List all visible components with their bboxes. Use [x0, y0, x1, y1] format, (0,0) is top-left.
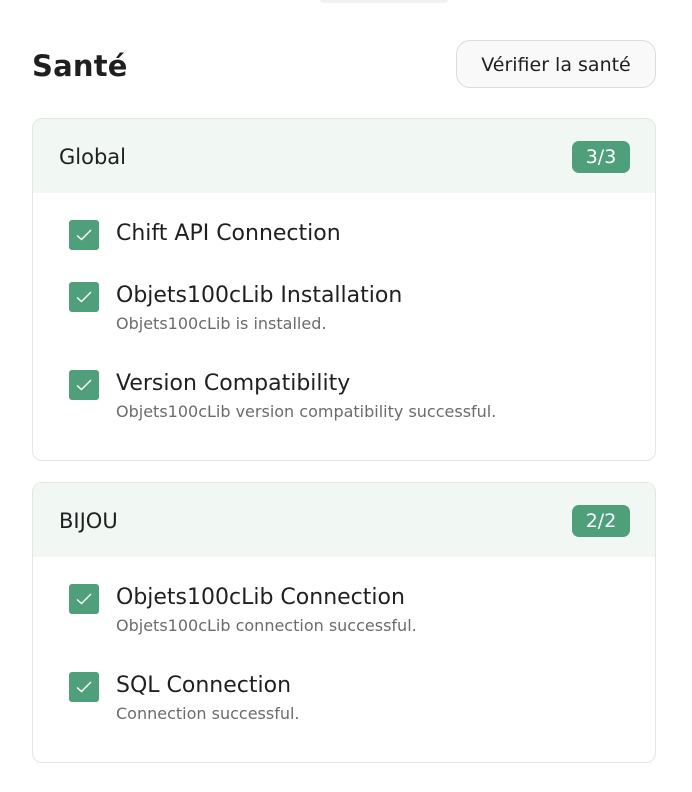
check-item-title: Chift API Connection — [116, 221, 341, 246]
status-count-badge: 3/3 — [572, 141, 630, 173]
check-icon[interactable] — [69, 220, 99, 250]
status-count-badge: 2/2 — [572, 505, 630, 537]
check-item-sql-connection: SQL Connection Connection successful. — [69, 671, 631, 733]
check-icon[interactable] — [69, 282, 99, 312]
page-header: Santé Vérifier la santé — [32, 40, 656, 90]
check-item-objets100clib-connection: Objets100cLib Connection Objets100cLib c… — [69, 583, 631, 645]
section-header: Global 3/3 — [33, 119, 655, 193]
check-icon[interactable] — [69, 370, 99, 400]
check-item-subtitle: Objets100cLib version compatibility succ… — [116, 402, 497, 421]
check-item-title: SQL Connection — [116, 673, 292, 698]
check-icon[interactable] — [69, 672, 99, 702]
section-title: Global — [59, 145, 126, 169]
check-item-title: Version Compatibility — [116, 371, 351, 396]
check-item-chift-api-connection: Chift API Connection — [69, 219, 631, 281]
page-title: Santé — [32, 49, 128, 83]
check-item-subtitle: Objets100cLib is installed. — [116, 314, 327, 333]
check-item-title: Objets100cLib Installation — [116, 283, 403, 308]
check-icon[interactable] — [69, 584, 99, 614]
check-item-title: Objets100cLib Connection — [116, 585, 405, 610]
section-header: BIJOU 2/2 — [33, 483, 655, 557]
check-health-button[interactable]: Vérifier la santé — [456, 40, 656, 88]
check-item-version-compatibility: Version Compatibility Objets100cLib vers… — [69, 369, 631, 431]
top-tab-indicator — [320, 0, 448, 3]
check-item-objets100clib-installation: Objets100cLib Installation Objets100cLib… — [69, 281, 631, 343]
check-item-subtitle: Objets100cLib connection successful. — [116, 616, 417, 635]
check-item-subtitle: Connection successful. — [116, 704, 300, 723]
health-section-bijou: BIJOU 2/2 Objets100cLib Connection Objet… — [32, 482, 656, 763]
health-section-global: Global 3/3 Chift API Connection Objets10… — [32, 118, 656, 461]
section-title: BIJOU — [59, 509, 118, 533]
